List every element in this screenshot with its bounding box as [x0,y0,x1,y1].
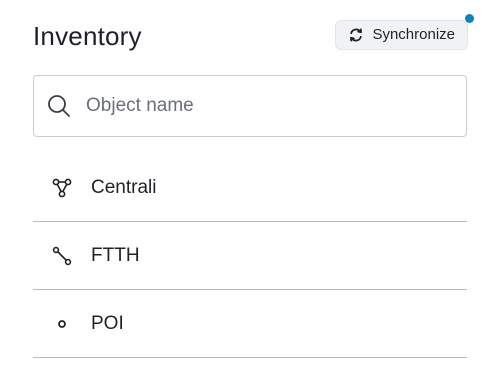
page-title: Inventory [33,21,142,51]
point-icon [58,319,66,328]
search-field[interactable] [33,75,467,137]
list-item-poi[interactable]: POI [33,290,467,358]
sync-button-wrapper: Synchronize [335,14,474,50]
list-item-label: Centrali [91,176,157,198]
network-graph-icon [52,178,72,197]
sync-icon [350,28,363,42]
search-icon [48,95,70,117]
panel-header: Inventory Synchronize [33,14,474,54]
list-item-label: FTTH [91,244,140,266]
notification-dot [465,14,474,23]
synchronize-button-label: Synchronize [372,26,455,43]
inventory-list: Centrali FTTH POI [33,154,467,358]
list-item-centrali[interactable]: Centrali [33,154,467,222]
list-item-label: POI [91,312,124,334]
search-input[interactable] [84,94,448,118]
inventory-panel: Inventory Synchronize Object name Centra… [0,0,500,379]
connection-line-icon [52,246,72,265]
list-item-ftth[interactable]: FTTH [33,222,467,290]
synchronize-button[interactable]: Synchronize [335,20,468,50]
